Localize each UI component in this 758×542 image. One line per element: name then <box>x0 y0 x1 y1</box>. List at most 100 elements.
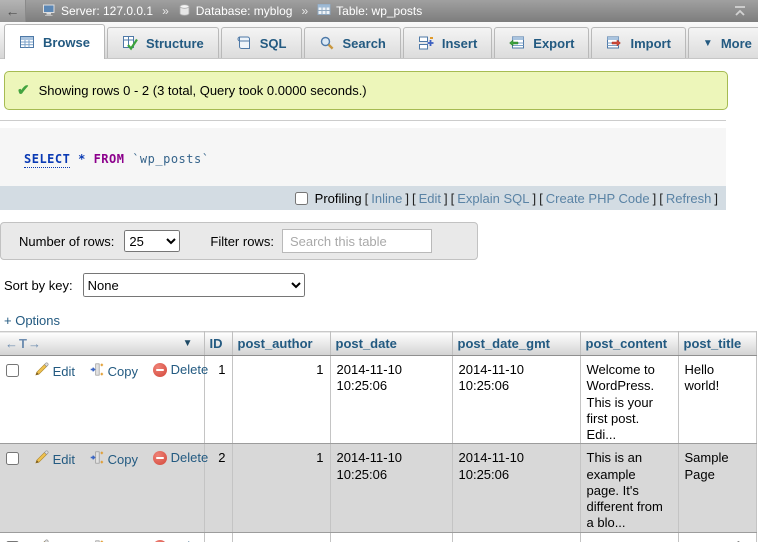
bracket: ] <box>714 191 718 206</box>
delete-action[interactable]: Delete <box>153 450 209 466</box>
tab-export[interactable]: Export <box>494 27 589 58</box>
edit-action[interactable]: Edit <box>34 450 75 469</box>
copy-action[interactable]: Copy <box>90 450 138 469</box>
explain-sql-link[interactable]: Explain SQL <box>457 191 529 206</box>
tab-label: Export <box>533 36 574 51</box>
delete-action[interactable]: Delete <box>153 539 209 542</box>
chevron-down-icon: ▼ <box>703 38 713 49</box>
breadcrumb-table-label: Table: wp_posts <box>336 4 422 18</box>
breadcrumb-database[interactable]: Database: myblog <box>178 3 293 20</box>
export-icon <box>509 35 525 51</box>
breadcrumb-separator: » <box>162 4 169 18</box>
edit-pencil-icon <box>34 539 49 542</box>
delete-minus-icon <box>153 451 167 465</box>
chevron-down-icon[interactable]: ▼ <box>183 338 193 349</box>
tab-search[interactable]: Search <box>304 27 401 58</box>
inline-link[interactable]: Inline <box>371 191 402 206</box>
table-header-row: ←T→ ▼ ID post_author post_date post_date… <box>0 332 756 356</box>
row-actions-cell: Edit Copy Delete <box>0 356 204 444</box>
column-header-post-title[interactable]: post_title <box>678 332 756 356</box>
tab-insert[interactable]: Insert <box>403 27 492 58</box>
section-divider <box>0 120 726 121</box>
actions-header-cell: ←T→ ▼ <box>0 332 204 356</box>
tab-bar: Browse Structure SQL Search Insert Expor… <box>0 22 758 59</box>
row-checkbox[interactable] <box>6 364 19 377</box>
copy-action[interactable]: Copy <box>90 539 138 542</box>
sort-by-key-select[interactable]: None <box>83 273 305 297</box>
row-checkbox[interactable] <box>6 452 19 465</box>
column-header-post-content[interactable]: post_content <box>580 332 678 356</box>
tab-structure[interactable]: Structure <box>107 27 219 58</box>
table-row: Edit Copy Delete 3 1 2014-11-14 06:33:38… <box>0 532 756 542</box>
edit-query-link[interactable]: Edit <box>419 191 441 206</box>
cell-post-date-gmt: 0000-00-00 00:00:00 <box>452 532 580 542</box>
success-message: ✔ Showing rows 0 - 2 (3 total, Query too… <box>4 71 728 110</box>
browse-table-icon <box>19 34 35 50</box>
check-icon: ✔ <box>17 83 30 98</box>
tab-browse[interactable]: Browse <box>4 24 105 59</box>
tab-import[interactable]: Import <box>591 27 685 58</box>
cell-post-date-gmt: 2014-11-10 10:25:06 <box>452 356 580 444</box>
tab-label: SQL <box>260 36 287 51</box>
options-toggle-link[interactable]: + Options <box>0 313 70 328</box>
breadcrumb-separator: » <box>301 4 308 18</box>
tab-label: Search <box>343 36 386 51</box>
edit-link: Edit <box>53 452 75 468</box>
number-of-rows-select[interactable]: 25 <box>124 230 180 252</box>
breadcrumb: Server: 127.0.0.1 » Database: myblog » T… <box>42 3 422 20</box>
cell-post-author: 1 <box>232 532 330 542</box>
copy-action[interactable]: Copy <box>90 362 138 381</box>
edit-action[interactable]: Edit <box>34 362 75 381</box>
delete-link: Delete <box>171 362 209 378</box>
tab-label: Structure <box>146 36 204 51</box>
sort-by-key-label: Sort by key: <box>4 278 73 293</box>
cell-post-author: 1 <box>232 356 330 444</box>
profiling-label: Profiling <box>315 191 362 206</box>
bracket: [ <box>659 191 663 206</box>
cell-post-title: Auto Draft <box>678 532 756 542</box>
tab-label: Import <box>630 36 670 51</box>
bracket: [ <box>365 191 369 206</box>
delete-minus-icon <box>153 363 167 377</box>
refresh-link[interactable]: Refresh <box>666 191 712 206</box>
breadcrumb-table[interactable]: Table: wp_posts <box>317 3 422 19</box>
cell-post-content <box>580 532 678 542</box>
transpose-columns-control[interactable]: ←T→ <box>5 336 42 351</box>
copy-row-icon <box>90 362 104 381</box>
edit-pencil-icon <box>34 450 49 469</box>
insert-row-icon <box>418 35 434 51</box>
bracket: [ <box>451 191 455 206</box>
cell-post-content: This is an example page. It's different … <box>580 444 678 532</box>
import-icon <box>606 35 622 51</box>
row-actions-cell: Edit Copy Delete <box>0 532 204 542</box>
database-icon <box>178 3 191 20</box>
column-header-post-author[interactable]: post_author <box>232 332 330 356</box>
column-header-id[interactable]: ID <box>204 332 232 356</box>
create-php-code-link[interactable]: Create PHP Code <box>546 191 650 206</box>
filter-rows-input[interactable] <box>282 229 432 253</box>
back-arrow-button[interactable]: ← <box>0 0 26 22</box>
breadcrumb-server-label: Server: 127.0.0.1 <box>61 4 153 18</box>
profiling-checkbox[interactable] <box>295 192 308 205</box>
delete-link: Delete <box>171 450 209 466</box>
collapse-panel-icon[interactable] <box>732 4 748 18</box>
tab-sql[interactable]: SQL <box>221 27 302 58</box>
edit-link: Edit <box>53 364 75 380</box>
sql-query-box: SELECT * FROM `wp_posts` <box>0 128 726 186</box>
bracket: ] <box>405 191 409 206</box>
delete-action[interactable]: Delete <box>153 362 209 378</box>
sql-keyword-select: SELECT <box>24 152 70 168</box>
sql-table-name: `wp_posts` <box>132 152 209 166</box>
edit-action[interactable]: Edit <box>34 539 75 542</box>
copy-link: Copy <box>108 452 138 468</box>
breadcrumb-server[interactable]: Server: 127.0.0.1 <box>42 3 153 20</box>
success-message-text: Showing rows 0 - 2 (3 total, Query took … <box>39 83 367 98</box>
column-header-post-date[interactable]: post_date <box>330 332 452 356</box>
cell-post-title: Hello world! <box>678 356 756 444</box>
tab-more[interactable]: ▼ More <box>688 27 758 58</box>
bracket: ] <box>444 191 448 206</box>
breadcrumb-bar: ← Server: 127.0.0.1 » Database: myblog »… <box>0 0 758 22</box>
sql-page-icon <box>236 35 252 51</box>
bracket: [ <box>412 191 416 206</box>
column-header-post-date-gmt[interactable]: post_date_gmt <box>452 332 580 356</box>
